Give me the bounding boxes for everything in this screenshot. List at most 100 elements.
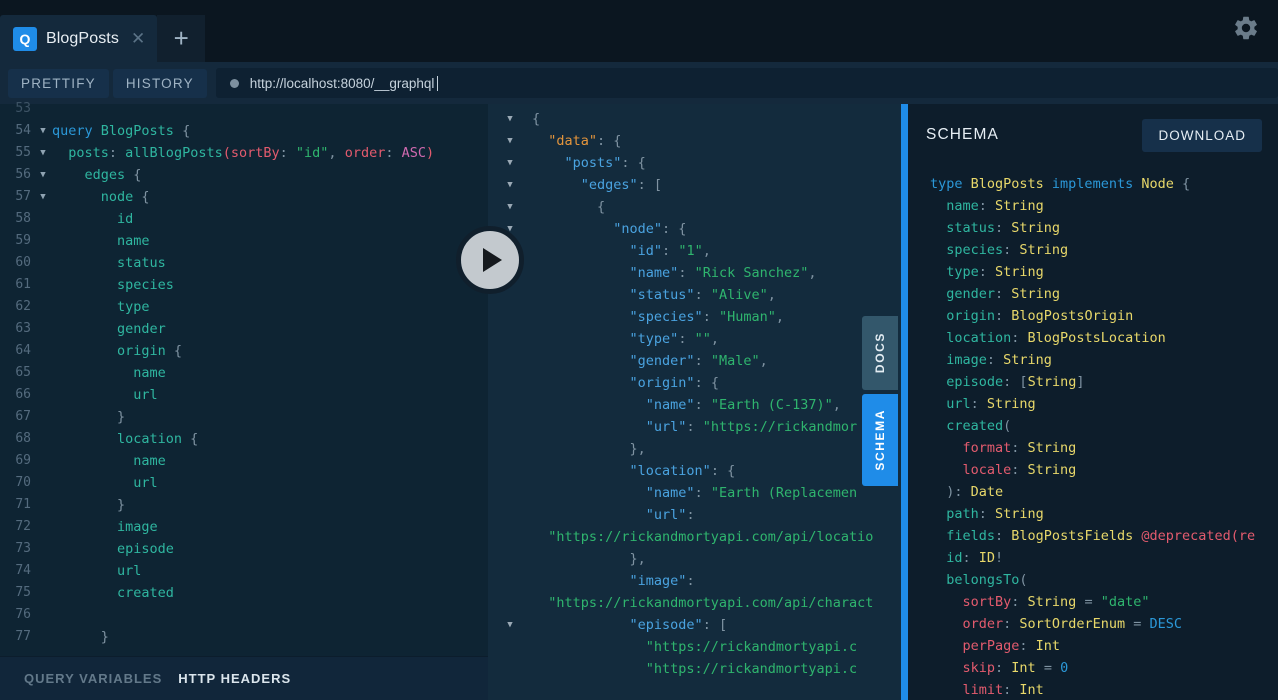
json-line: ▼ "episode": [ <box>488 614 908 636</box>
fold-arrow-icon[interactable]: ▼ <box>488 174 532 196</box>
gear-icon[interactable] <box>1232 14 1260 42</box>
query-editor-panel: 53 54 ▼ query BlogPosts {55 ▼ posts: allBlog… <box>0 101 488 700</box>
endpoint-url-value: http://localhost:8080/__graphql <box>249 75 435 91</box>
line-number: 72 <box>15 519 31 534</box>
schema-line: episode: [String] <box>930 374 1085 390</box>
schema-panel: SCHEMA DOWNLOAD type BlogPosts implement… <box>908 104 1278 700</box>
json-line: ▼ { <box>488 196 908 218</box>
json-line: "id": "1", <box>532 243 711 259</box>
code-line: 71 } <box>0 494 488 516</box>
plus-icon[interactable]: + <box>157 15 206 62</box>
fold-arrow-icon[interactable]: ▼ <box>488 152 532 174</box>
side-tabs: DOCS SCHEMA <box>862 316 898 486</box>
json-line: "https://rickandmortyapi.c <box>532 639 858 655</box>
schema-line: species: String <box>930 242 1069 258</box>
schema-line: name: String <box>930 198 1044 214</box>
execute-query-button[interactable] <box>456 226 524 294</box>
schema-line: locale: String <box>930 462 1077 478</box>
json-line: "gender": "Male", <box>532 353 768 369</box>
fold-arrow-icon[interactable]: ▼ <box>34 142 52 164</box>
json-line: ▼ "node": { <box>488 218 908 240</box>
line-number: 62 <box>15 299 31 314</box>
line-number: 65 <box>15 365 31 380</box>
code-line: 74 url <box>0 560 488 582</box>
tab-bar: Q BlogPosts ✕ + <box>0 0 1278 62</box>
line-number: 59 <box>15 233 31 248</box>
json-line: "type": "", <box>532 331 719 347</box>
fold-arrow-icon[interactable]: ▼ <box>34 186 52 208</box>
line-number: 58 <box>15 211 31 226</box>
tab-blogposts[interactable]: Q BlogPosts ✕ <box>0 15 158 62</box>
json-line: "origin": { <box>532 375 719 391</box>
schema-line: id: ID! <box>930 550 1004 566</box>
json-line: "https://rickandmortyapi.c <box>532 661 858 677</box>
fold-arrow-icon[interactable]: ▼ <box>34 120 52 142</box>
line-number: 71 <box>15 497 31 512</box>
code-line: 69 name <box>0 450 488 472</box>
schema-line: limit: Int <box>930 682 1044 698</box>
schema-line: status: String <box>930 220 1061 236</box>
json-line: }, <box>532 441 646 457</box>
json-line: "species": "Human", <box>532 309 784 325</box>
code-line: 61 species <box>0 274 488 296</box>
schema-header: SCHEMA DOWNLOAD <box>908 104 1278 166</box>
tab-docs-label: DOCS <box>873 332 887 374</box>
line-number: 54 <box>15 123 31 138</box>
schema-line: belongsTo( <box>930 572 1028 588</box>
query-editor[interactable]: 53 54 ▼ query BlogPosts {55 ▼ posts: allBlog… <box>0 90 488 656</box>
schema-line: location: BlogPostsLocation <box>930 330 1166 346</box>
schema-content[interactable]: type BlogPosts implements Node { name: S… <box>908 166 1278 700</box>
response-panel: ▼{▼ "data": {▼ "posts": {▼ "edges": [▼ {… <box>488 104 908 700</box>
line-number: 67 <box>15 409 31 424</box>
json-line: ▼{ <box>488 108 908 130</box>
code-line: 53 <box>0 98 488 120</box>
response-scrollbar[interactable] <box>901 104 908 700</box>
download-button[interactable]: DOWNLOAD <box>1142 118 1262 152</box>
schema-line: path: String <box>930 506 1044 522</box>
code-line: 62 type <box>0 296 488 318</box>
code-line: 75 created <box>0 582 488 604</box>
close-icon[interactable]: ✕ <box>131 30 145 47</box>
fold-arrow-icon[interactable]: ▼ <box>488 614 532 636</box>
line-number: 64 <box>15 343 31 358</box>
code-line: 77 } <box>0 626 488 648</box>
json-line: "name": "Earth (Replacemen <box>532 485 858 501</box>
play-icon <box>483 248 502 272</box>
fold-arrow-icon[interactable]: ▼ <box>488 130 532 152</box>
json-line: "location": { <box>532 463 736 479</box>
line-number: 61 <box>15 277 31 292</box>
fold-arrow-icon[interactable]: ▼ <box>488 196 532 218</box>
code-line: 65 name <box>0 362 488 384</box>
tab-query-variables[interactable]: QUERY VARIABLES <box>24 671 162 686</box>
tab-docs[interactable]: DOCS <box>862 316 898 390</box>
line-number: 75 <box>15 585 31 600</box>
code-line: 68 location { <box>0 428 488 450</box>
code-line: 70 url <box>0 472 488 494</box>
tab-schema-label: SCHEMA <box>873 409 887 471</box>
fold-arrow-icon[interactable]: ▼ <box>488 108 532 130</box>
fold-arrow-icon[interactable]: ▼ <box>34 164 52 186</box>
schema-line: sortBy: String = "date" <box>930 594 1150 610</box>
code-line: 60 status <box>0 252 488 274</box>
line-number: 69 <box>15 453 31 468</box>
tab-http-headers[interactable]: HTTP HEADERS <box>178 671 291 686</box>
schema-line: created( <box>930 418 1012 434</box>
code-line: 55 ▼ posts: allBlogPosts(sortBy: "id", or… <box>0 142 488 164</box>
json-line: "name": "Rick Sanchez", <box>532 265 817 281</box>
response-viewer[interactable]: ▼{▼ "data": {▼ "posts": {▼ "edges": [▼ {… <box>488 104 908 680</box>
code-line: 73 episode <box>0 538 488 560</box>
line-number: 76 <box>15 607 31 622</box>
schema-line: perPage: Int <box>930 638 1061 654</box>
tab-schema[interactable]: SCHEMA <box>862 394 898 486</box>
status-dot-icon <box>229 78 239 88</box>
json-line: ▼ "data": { <box>488 130 908 152</box>
json-line: "url": <box>532 507 695 523</box>
code-line: 63 gender <box>0 318 488 340</box>
main-area: 53 54 ▼ query BlogPosts {55 ▼ posts: allBlog… <box>0 101 1278 700</box>
schema-line: order: SortOrderEnum = DESC <box>930 616 1183 632</box>
line-number: 60 <box>15 255 31 270</box>
code-line: 54 ▼ query BlogPosts { <box>0 120 488 142</box>
code-line: 56 ▼ edges { <box>0 164 488 186</box>
code-line: 66 url <box>0 384 488 406</box>
schema-line: type BlogPosts implements Node { <box>930 176 1191 192</box>
